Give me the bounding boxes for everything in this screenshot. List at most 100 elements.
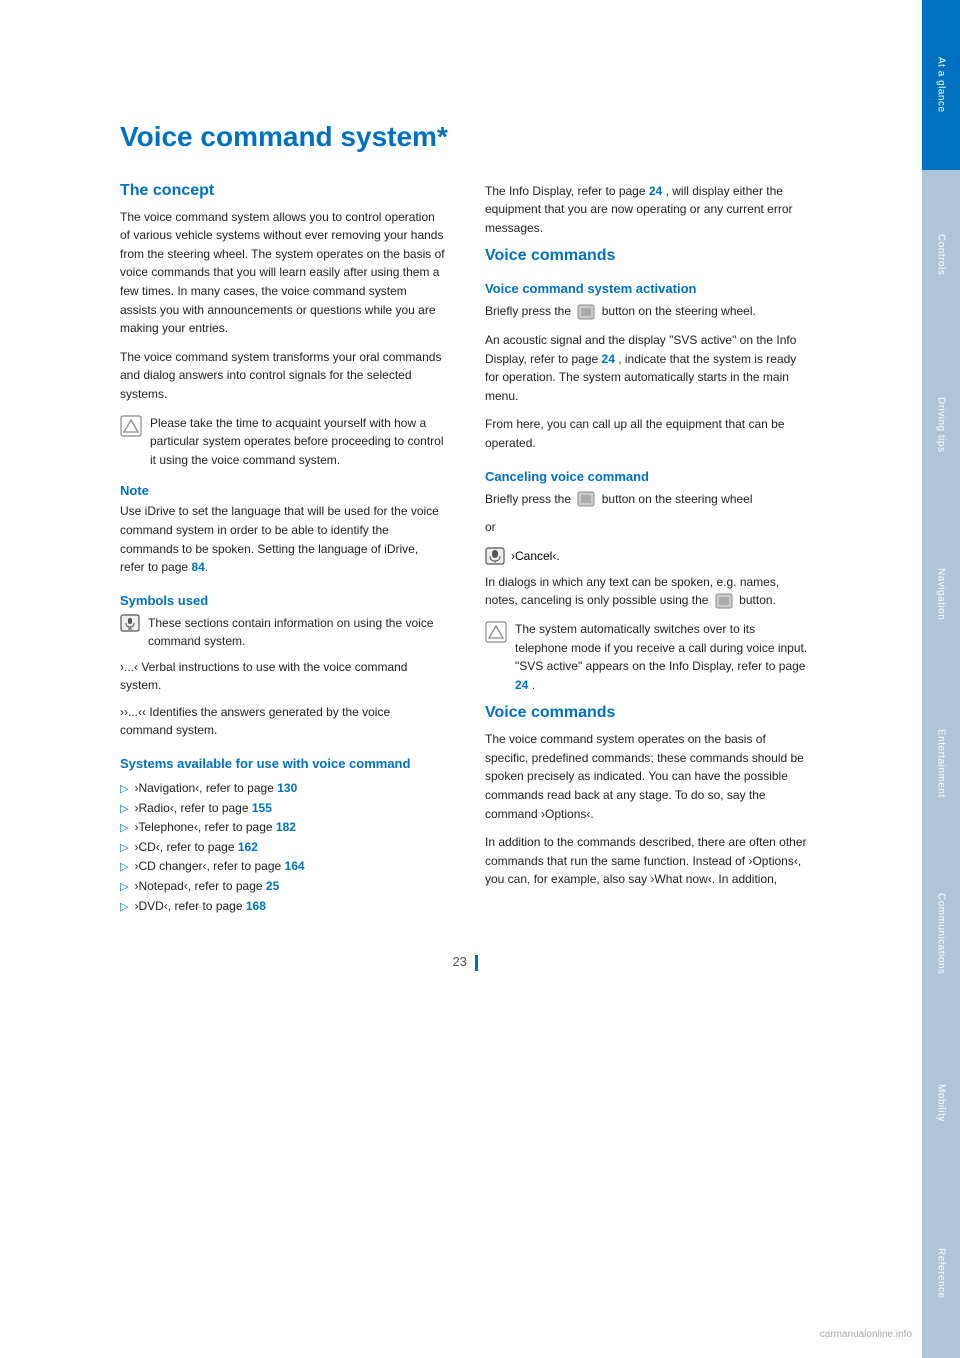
list-item-label-2: ›Radio‹, refer to page 155 xyxy=(134,799,271,818)
symbols-heading: Symbols used xyxy=(120,593,445,608)
list-item: ▷ ›Notepad‹, refer to page 25 xyxy=(120,877,445,897)
page-bar xyxy=(475,955,478,971)
list-item-label-1: ›Navigation‹, refer to page 130 xyxy=(134,779,297,798)
list-page-3[interactable]: 182 xyxy=(276,820,296,834)
arrow-icon-5: ▷ xyxy=(120,859,128,877)
arrow-icon-2: ▷ xyxy=(120,801,128,819)
systems-list: ▷ ›Navigation‹, refer to page 130 ▷ ›Rad… xyxy=(120,779,445,916)
info-box-2-page[interactable]: 24 xyxy=(515,678,528,692)
steering-button-icon-1 xyxy=(577,304,595,320)
triangle-icon xyxy=(120,415,142,437)
sidebar-tab-label-driving-tips: Driving tips xyxy=(936,397,947,452)
sidebar-tab-driving-tips[interactable]: Driving tips xyxy=(922,340,960,510)
list-item-label-4: ›CD‹, refer to page 162 xyxy=(134,838,257,857)
note-page-link[interactable]: 84 xyxy=(191,560,204,574)
activation-para1: Briefly press the button on the steering… xyxy=(485,302,810,321)
main-content: Voice command system* The concept The vo… xyxy=(0,0,870,1358)
cancel-para1: Briefly press the button on the steering… xyxy=(485,490,810,509)
voice-commands-heading: Voice commands xyxy=(485,247,810,265)
info-display-text: The Info Display, refer to page 24 , wil… xyxy=(485,182,810,238)
cancel-para3: In dialogs in which any text can be spok… xyxy=(485,573,810,610)
info-box-2-text: The system automatically switches over t… xyxy=(515,620,810,694)
list-item-label-6: ›Notepad‹, refer to page 25 xyxy=(134,877,279,896)
sidebar-tab-label-controls: Controls xyxy=(936,234,947,275)
list-page-2[interactable]: 155 xyxy=(252,801,272,815)
sidebar-tab-reference[interactable]: Reference xyxy=(922,1188,960,1358)
list-item-label-5: ›CD changer‹, refer to page 164 xyxy=(134,857,304,876)
vc-para2: In addition to the commands described, t… xyxy=(485,833,810,889)
activation-para5: From here, you can call up all the equip… xyxy=(485,415,810,452)
activation-para3: An acoustic signal and the display "SVS … xyxy=(485,331,810,405)
activation-heading: Voice command system activation xyxy=(485,281,810,296)
info-box-1-text: Please take the time to acquaint yoursel… xyxy=(150,414,445,470)
info-box-2: The system automatically switches over t… xyxy=(485,620,810,694)
sidebar-tab-label-communications: Communications xyxy=(936,893,947,974)
arrow-icon-7: ▷ xyxy=(120,899,128,917)
concept-para1: The voice command system allows you to c… xyxy=(120,208,445,338)
list-page-5[interactable]: 164 xyxy=(285,859,305,873)
steering-button-icon-3 xyxy=(715,593,733,609)
list-item: ▷ ›Telephone‹, refer to page 182 xyxy=(120,818,445,838)
cancel-symbol-line: ›Cancel‹. xyxy=(485,547,810,565)
systems-heading: Systems available for use with voice com… xyxy=(120,756,445,771)
sidebar-tab-at-a-glance[interactable]: At a glance xyxy=(922,0,960,170)
page-number: 23 xyxy=(452,954,466,969)
list-page-4[interactable]: 162 xyxy=(238,840,258,854)
concept-para2: The voice command system transforms your… xyxy=(120,348,445,404)
info-box-1: Please take the time to acquaint yoursel… xyxy=(120,414,445,470)
symbol-3-text: ››...‹‹ Identifies the answers generated… xyxy=(120,703,445,740)
sidebar-tab-label-reference: Reference xyxy=(936,1248,947,1299)
page-container: Voice command system* The concept The vo… xyxy=(0,0,960,1358)
arrow-icon-4: ▷ xyxy=(120,840,128,858)
list-item: ▷ ›Navigation‹, refer to page 130 xyxy=(120,779,445,799)
cancel-para1-text: Briefly press the xyxy=(485,492,571,506)
sidebar-tab-mobility[interactable]: Mobility xyxy=(922,1019,960,1189)
sidebar-tab-label-at-a-glance: At a glance xyxy=(936,57,947,113)
info-box-2-text-end: . xyxy=(532,678,535,692)
activation-para1-text: Briefly press the xyxy=(485,304,571,318)
symbol-row-1: These sections contain information on us… xyxy=(120,614,445,650)
two-column-layout: The concept The voice command system all… xyxy=(120,182,810,925)
note-text-content: Use iDrive to set the language that will… xyxy=(120,504,439,574)
list-item: ▷ ›CD‹, refer to page 162 xyxy=(120,838,445,858)
symbol-1-text: These sections contain information on us… xyxy=(148,614,445,650)
activation-para2-text: button on the steering wheel. xyxy=(602,304,756,318)
info-display-text-part1: The Info Display, refer to page xyxy=(485,184,646,198)
left-column: The concept The voice command system all… xyxy=(120,182,445,925)
note-text: Use iDrive to set the language that will… xyxy=(120,502,445,576)
note-period: . xyxy=(205,560,208,574)
note-heading: Note xyxy=(120,483,445,498)
list-item-label-3: ›Telephone‹, refer to page 182 xyxy=(134,818,295,837)
list-page-1[interactable]: 130 xyxy=(277,781,297,795)
page-title: Voice command system* xyxy=(120,120,810,154)
watermark: carmanualonline.info xyxy=(820,1329,912,1340)
arrow-icon-6: ▷ xyxy=(120,879,128,897)
sidebar-tab-navigation[interactable]: Navigation xyxy=(922,509,960,679)
sidebar-tab-controls[interactable]: Controls xyxy=(922,170,960,340)
list-item-label-7: ›DVD‹, refer to page 168 xyxy=(134,897,265,916)
list-item: ▷ ›Radio‹, refer to page 155 xyxy=(120,799,445,819)
cancel-para2-text: button on the steering wheel xyxy=(602,492,753,506)
cancel-heading: Canceling voice command xyxy=(485,469,810,484)
cancel-para4-text: button. xyxy=(739,593,776,607)
voice-mic-icon-1 xyxy=(120,614,140,632)
right-column: The Info Display, refer to page 24 , wil… xyxy=(485,182,810,925)
cancel-para3-text: In dialogs in which any text can be spok… xyxy=(485,575,779,608)
concept-heading: The concept xyxy=(120,182,445,200)
list-page-7[interactable]: 168 xyxy=(246,899,266,913)
cancel-or: or xyxy=(485,518,810,537)
list-item: ▷ ›DVD‹, refer to page 168 xyxy=(120,897,445,917)
sidebar-tab-communications[interactable]: Communications xyxy=(922,849,960,1019)
symbol-2-text: ›...‹ Verbal instructions to use with th… xyxy=(120,658,445,695)
list-page-6[interactable]: 25 xyxy=(266,879,279,893)
sidebar-tab-label-entertainment: Entertainment xyxy=(936,729,947,798)
steering-button-icon-2 xyxy=(577,491,595,507)
triangle-icon-2 xyxy=(485,621,507,643)
info-box-2-text-part1: The system automatically switches over t… xyxy=(515,622,807,673)
list-item: ▷ ›CD changer‹, refer to page 164 xyxy=(120,857,445,877)
sidebar-tab-label-navigation: Navigation xyxy=(936,568,947,620)
sidebar-tab-entertainment[interactable]: Entertainment xyxy=(922,679,960,849)
arrow-icon-1: ▷ xyxy=(120,781,128,799)
info-display-page[interactable]: 24 xyxy=(649,184,662,198)
activation-page[interactable]: 24 xyxy=(602,352,615,366)
